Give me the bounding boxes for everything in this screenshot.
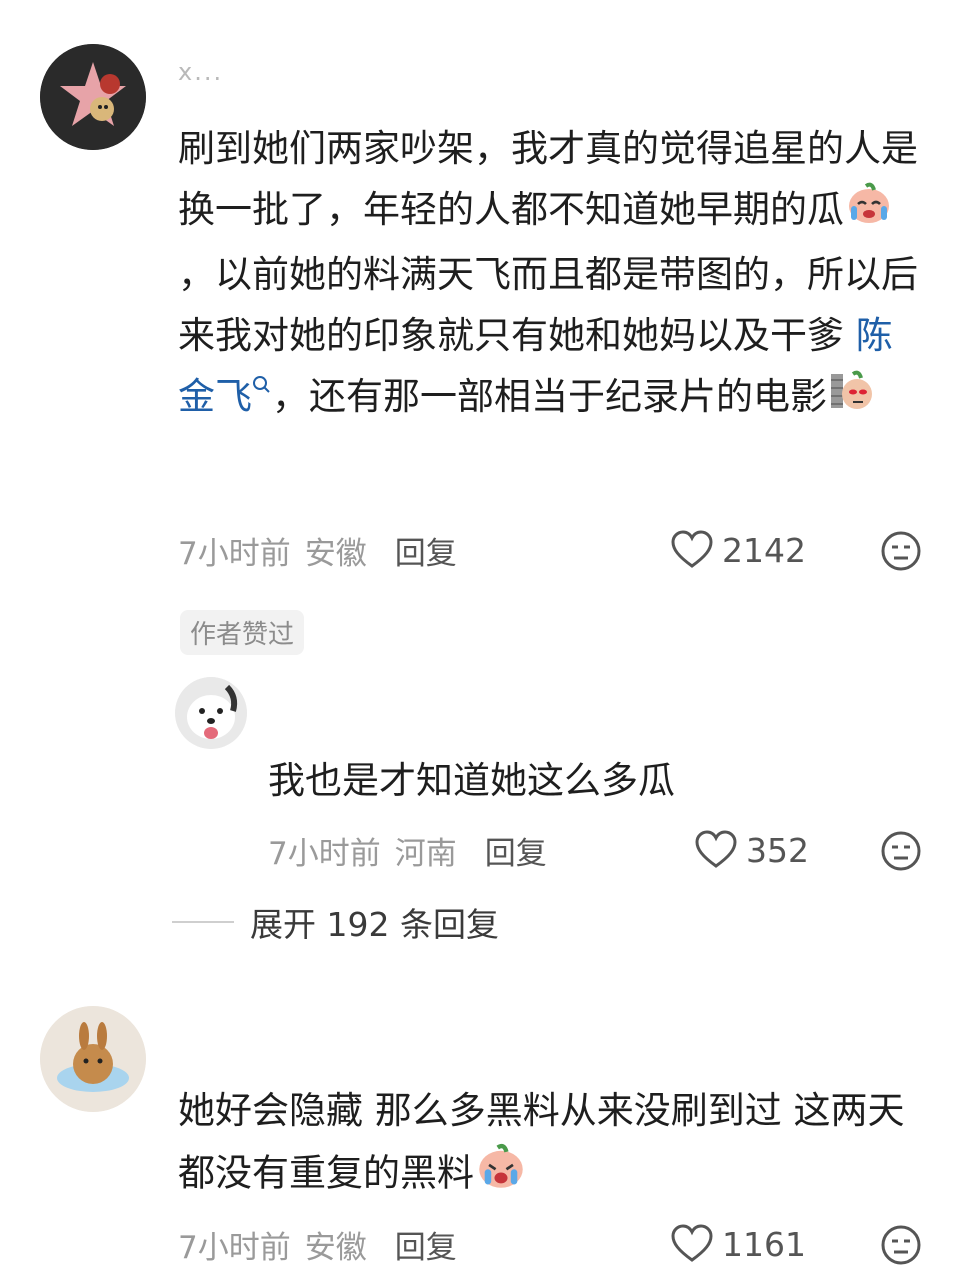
search-icon (253, 376, 270, 393)
reply-button[interactable]: 回复 (395, 1222, 457, 1267)
comment-text: 她好会隐藏 那么多黑料从来没刷到过 这两天都没有重复的黑料 (178, 1080, 923, 1209)
reply-button[interactable]: 回复 (485, 828, 547, 873)
comment-text-part: 刷到她们两家吵架，我才真的觉得追星的人是换一批了，年轻的人都不知道她早期的瓜 (178, 127, 918, 231)
author-liked-badge: 作者赞过 (180, 610, 305, 655)
like-count: 2142 (722, 530, 806, 570)
expand-replies-button[interactable]: 展开 192 条回复 (172, 898, 499, 946)
timestamp: 7小时前 (178, 536, 291, 572)
avatar[interactable] (175, 677, 247, 749)
comment-meta: 7小时前 安徽 回复 (178, 1222, 457, 1267)
comment-text: 刷到她们两家吵架，我才真的觉得追星的人是换一批了，年轻的人都不知道她早期的瓜 ，以… (178, 118, 918, 430)
dislike-face-icon (881, 1225, 921, 1265)
comment-meta: 7小时前 安徽 回复 (178, 528, 457, 573)
comment-text-part: ，以前她的料满天飞而且都是带图的，所以后来我对她的印象就只有她和她妈以及干爹 (178, 252, 918, 357)
comment-text-part: 她好会隐藏 那么多黑料从来没刷到过 这两天都没有重复的黑料 (178, 1089, 905, 1195)
timestamp: 7小时前 (268, 836, 381, 872)
avatar[interactable] (40, 44, 146, 150)
dislike-button[interactable] (880, 530, 922, 576)
location: 安徽 (304, 536, 367, 572)
timestamp: 7小时前 (178, 1230, 291, 1266)
like-count: 1161 (722, 1224, 806, 1264)
dislike-button[interactable] (880, 1224, 922, 1270)
avatar-image (40, 44, 146, 150)
expand-replies-label: 展开 192 条回复 (250, 905, 499, 944)
divider (172, 921, 234, 923)
location: 安徽 (304, 1230, 367, 1266)
heart-icon (695, 830, 737, 868)
heart-icon (671, 1224, 713, 1262)
crying-emoji (476, 1141, 526, 1209)
avatar-image (40, 1006, 146, 1112)
username[interactable]: x... (178, 58, 223, 86)
comment-text-part: ，还有那一部相当于纪录片的电影 (272, 374, 827, 418)
like-count: 352 (746, 830, 809, 870)
like-button[interactable]: 352 (694, 830, 809, 870)
location: 河南 (394, 836, 457, 872)
avatar-image (175, 677, 247, 749)
like-button[interactable]: 2142 (670, 530, 806, 570)
dislike-face-icon (881, 831, 921, 871)
avatar[interactable] (40, 1006, 146, 1112)
reply-text: 我也是才知道她这么多瓜 (268, 759, 675, 802)
crying-emoji (846, 180, 892, 244)
reply-button[interactable]: 回复 (395, 528, 457, 573)
reply-meta: 7小时前 河南 回复 (268, 828, 547, 873)
peeking-emoji (829, 366, 875, 430)
dislike-face-icon (881, 531, 921, 571)
heart-icon (671, 530, 713, 568)
like-button[interactable]: 1161 (670, 1224, 806, 1264)
dislike-button[interactable] (880, 830, 922, 876)
